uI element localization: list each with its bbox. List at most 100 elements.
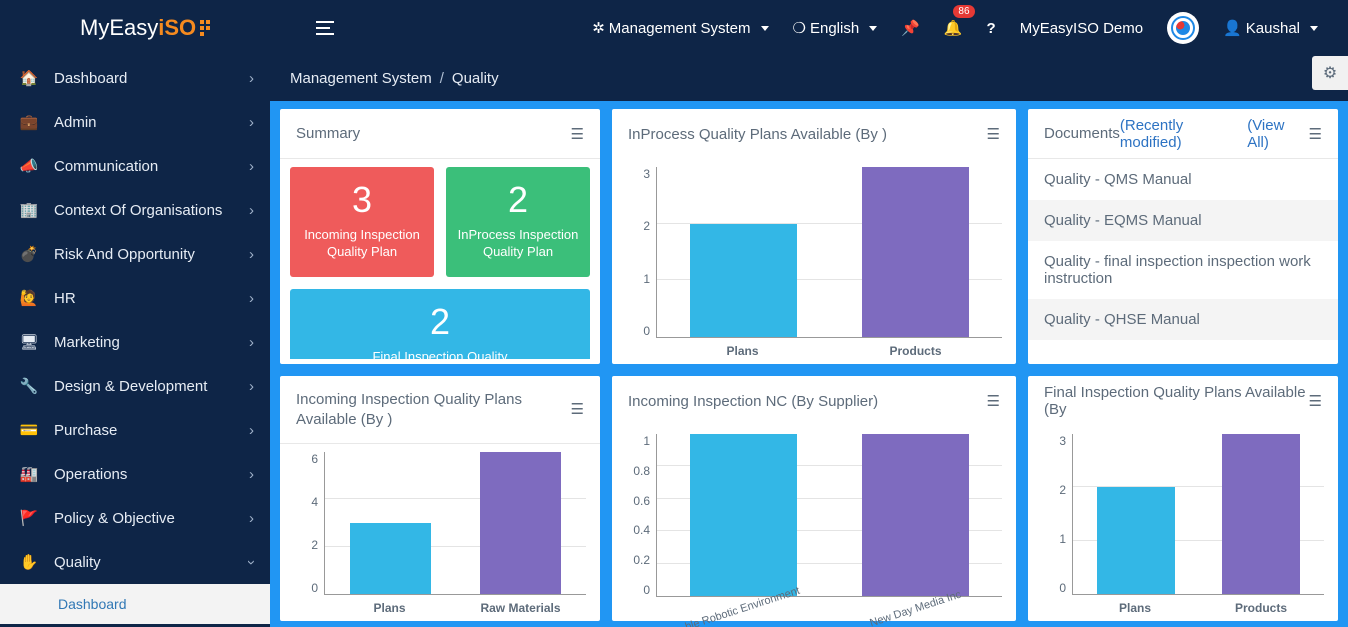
brand-logo[interactable]: MyEasyiSO <box>80 15 216 41</box>
panel-documents: Documents (Recently modified) (View All)… <box>1028 109 1338 364</box>
top-navigation: ✲ Management System ❍ English 📌 🔔 86 ? M… <box>592 12 1338 44</box>
document-list-item[interactable]: Quality - EQMS Manual <box>1028 200 1338 241</box>
final-title: Final Inspection Quality Plans Available… <box>1044 384 1309 418</box>
panel-menu-button[interactable]: ☰ <box>987 392 1000 410</box>
sidebar-item-design-development[interactable]: 🔧Design & Development› <box>0 364 270 408</box>
summary-title: Summary <box>296 125 360 142</box>
chevron-right-icon: › <box>243 560 260 565</box>
breadcrumb-root[interactable]: Management System <box>290 70 432 87</box>
documents-title-b[interactable]: (Recently modified) <box>1120 117 1247 151</box>
sidebar-item-communication[interactable]: 📣Communication› <box>0 144 270 188</box>
sidebar-item-label: Context Of Organisations <box>54 202 222 219</box>
summary-tile[interactable]: 2InProcess Inspection Quality Plan <box>446 167 590 277</box>
chart-x-axis: PlansRaw Materials <box>324 601 586 615</box>
sidebar-item-risk-and-opportunity[interactable]: 💣Risk And Opportunity› <box>0 232 270 276</box>
demo-label: MyEasyISO Demo <box>1020 20 1143 37</box>
sidebar-item-policy-objective[interactable]: 🚩Policy & Objective› <box>0 496 270 540</box>
panel-documents-header: Documents (Recently modified) (View All)… <box>1028 109 1338 159</box>
sidebar-toggle-button[interactable] <box>316 21 334 35</box>
sidebar-item-admin[interactable]: 💼 Admin › <box>0 100 270 144</box>
pin-button[interactable]: 📌 <box>901 19 920 37</box>
chevron-right-icon: › <box>249 422 254 439</box>
sidebar-item-context-of-organisations[interactable]: 🏢Context Of Organisations› <box>0 188 270 232</box>
panel-menu-button[interactable]: ☰ <box>571 125 584 143</box>
sidebar-item-quality[interactable]: ✋ Quality › <box>0 540 270 584</box>
tile-label: Incoming Inspection Quality Plan <box>298 227 426 261</box>
chart-x-axis: PlansProducts <box>1072 601 1324 615</box>
language-menu[interactable]: ❍ English <box>793 19 878 37</box>
demo-label-wrap[interactable]: MyEasyISO Demo <box>1020 20 1143 37</box>
chart-bar[interactable] <box>690 434 797 596</box>
sidebar-item-label: Communication <box>54 158 158 175</box>
panel-menu-button[interactable]: ☰ <box>1309 125 1322 143</box>
sidebar-item-purchase[interactable]: 💳Purchase› <box>0 408 270 452</box>
briefcase-icon: 💼 <box>16 113 42 131</box>
chart-bar[interactable] <box>862 167 969 337</box>
chart-bar[interactable] <box>1097 487 1175 594</box>
panel-menu-button[interactable]: ☰ <box>1309 392 1322 410</box>
chevron-right-icon: › <box>249 290 254 307</box>
document-list-item[interactable]: Quality - QHSE Manual <box>1028 299 1338 340</box>
panel-incoming: Incoming Inspection Quality Plans Availa… <box>280 376 600 621</box>
chevron-right-icon: › <box>249 70 254 87</box>
chart-y-axis: 6420 <box>294 452 324 595</box>
documents-viewall-link[interactable]: (View All) <box>1247 117 1308 151</box>
cog-icon: ✲ <box>592 19 605 37</box>
sidebar: 🏠Dashboard›💼Admin›📣Communication›🏢Contex… <box>0 56 270 627</box>
avatar[interactable] <box>1167 12 1199 44</box>
panel-inprocess: InProcess Quality Plans Available (By ) … <box>612 109 1016 364</box>
chart-plot <box>656 167 1002 338</box>
chart-bar[interactable] <box>480 452 561 594</box>
chevron-right-icon: › <box>249 466 254 483</box>
document-list-item[interactable]: Quality - final inspection inspection wo… <box>1028 241 1338 299</box>
sidebar-subitem-dashboard[interactable]: Dashboard <box>0 584 270 624</box>
sidebar-item-label: Admin <box>54 114 97 131</box>
help-button[interactable]: ? <box>987 20 996 37</box>
sidebar-item-hr[interactable]: 🙋HR› <box>0 276 270 320</box>
chart-y-axis: 10.80.60.40.20 <box>626 434 656 597</box>
panel-inprocess-header: InProcess Quality Plans Available (By ) … <box>612 109 1016 159</box>
building-icon: 🏢 <box>16 201 42 219</box>
flag-icon: 🚩 <box>16 509 42 527</box>
chart-bar[interactable] <box>690 224 797 337</box>
sidebar-item-label: HR <box>54 290 76 307</box>
sidebar-item-label: Quality <box>54 554 101 571</box>
chart-bar[interactable] <box>1222 434 1300 594</box>
sidebar-item-marketing[interactable]: 🖥Marketing› <box>0 320 270 364</box>
user-icon: 👤 <box>1223 19 1242 37</box>
card-icon: 💳 <box>16 421 42 439</box>
page-settings-button[interactable]: ⚙ <box>1312 56 1348 90</box>
main-content: Summary ☰ 3Incoming Inspection Quality P… <box>270 101 1348 627</box>
sidebar-item-label: Risk And Opportunity <box>54 246 195 263</box>
incoming-title: Incoming Inspection Quality Plans Availa… <box>296 390 571 429</box>
breadcrumb-current: Quality <box>452 70 499 87</box>
management-label: Management System <box>609 20 751 37</box>
user-menu[interactable]: 👤 Kaushal <box>1223 19 1318 37</box>
chevron-right-icon: › <box>249 114 254 131</box>
chart-bar[interactable] <box>350 523 431 594</box>
notifications-button[interactable]: 🔔 86 <box>944 19 963 37</box>
monitor-icon: 🖥 <box>16 333 42 351</box>
summary-tiles: 3Incoming Inspection Quality Plan2InProc… <box>280 159 600 359</box>
chart-x-axis: ble Robotic EnvironmentNew Day Media Inc <box>656 603 1002 615</box>
panel-menu-button[interactable]: ☰ <box>571 400 584 420</box>
chart-bar[interactable] <box>862 434 969 596</box>
document-list-item[interactable]: Quality - QMS Manual <box>1028 159 1338 200</box>
documents-list: Quality - QMS ManualQuality - EQMS Manua… <box>1028 159 1338 340</box>
sidebar-item-operations[interactable]: 🏭Operations› <box>0 452 270 496</box>
panel-menu-button[interactable]: ☰ <box>987 125 1000 143</box>
globe-icon: ❍ <box>793 19 806 37</box>
summary-tile[interactable]: 2Final Inspection Quality <box>290 289 590 359</box>
panel-summary: Summary ☰ 3Incoming Inspection Quality P… <box>280 109 600 364</box>
sidebar-item-dashboard[interactable]: 🏠Dashboard› <box>0 56 270 100</box>
notification-count: 86 <box>953 5 974 18</box>
summary-tile[interactable]: 3Incoming Inspection Quality Plan <box>290 167 434 277</box>
home-icon: 🏠 <box>16 69 42 87</box>
management-system-menu[interactable]: ✲ Management System <box>592 19 768 37</box>
chart-plot <box>656 434 1002 597</box>
bell-icon: 🔔 <box>944 19 963 37</box>
hand-icon: ✋ <box>16 553 42 571</box>
puzzle-icon: 🔧 <box>16 377 42 395</box>
chart-plot <box>1072 434 1324 595</box>
tile-label: Final Inspection Quality <box>372 349 507 359</box>
